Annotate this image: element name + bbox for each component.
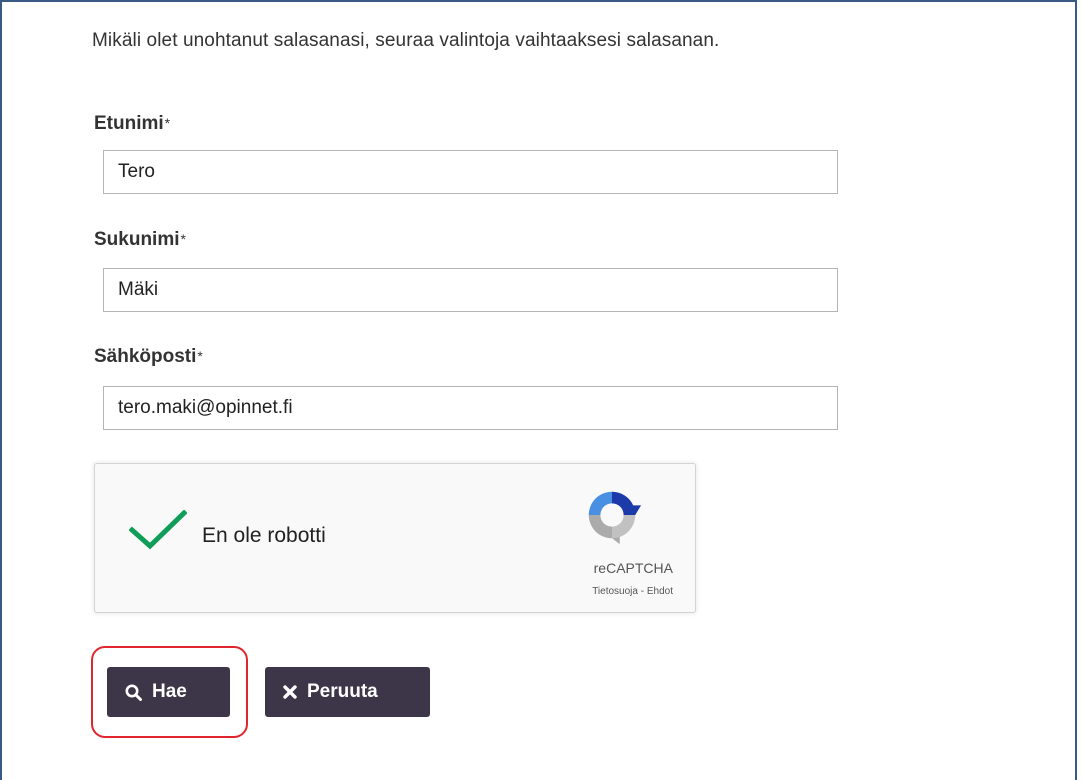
last-name-label-text: Sukunimi [94, 229, 180, 250]
search-button[interactable]: Hae [107, 667, 230, 717]
recaptcha-links: Tietosuoja - Ehdot [95, 586, 673, 597]
recaptcha-label: En ole robotti [202, 524, 326, 547]
required-marker: * [164, 115, 171, 131]
checkmark-icon[interactable] [129, 510, 187, 550]
recaptcha-brand: reCAPTCHA [593, 560, 673, 576]
search-icon [125, 684, 142, 701]
first-name-label: Etunimi* [94, 113, 170, 135]
cancel-button-label: Peruuta [307, 681, 378, 702]
last-name-input[interactable] [103, 268, 838, 312]
privacy-link[interactable]: Tietosuoja [592, 586, 638, 597]
intro-text: Mikäli olet unohtanut salasanasi, seuraa… [92, 30, 720, 51]
email-label: Sähköposti* [94, 346, 203, 368]
email-input[interactable] [103, 386, 838, 430]
search-button-label: Hae [152, 681, 187, 702]
recaptcha-widget: En ole robotti reCAPTCHA Tietosuoja - Eh… [94, 463, 696, 613]
last-name-label: Sukunimi* [94, 229, 186, 251]
required-marker: * [197, 348, 203, 364]
links-separator: - [637, 586, 647, 597]
email-label-text: Sähköposti [94, 346, 197, 367]
first-name-label-text: Etunimi [94, 113, 164, 134]
terms-link[interactable]: Ehdot [647, 586, 673, 597]
cancel-button[interactable]: Peruuta [265, 667, 430, 717]
close-icon [283, 685, 297, 699]
first-name-input[interactable] [103, 150, 838, 194]
recaptcha-logo-icon [588, 491, 642, 545]
required-marker: * [180, 231, 186, 247]
